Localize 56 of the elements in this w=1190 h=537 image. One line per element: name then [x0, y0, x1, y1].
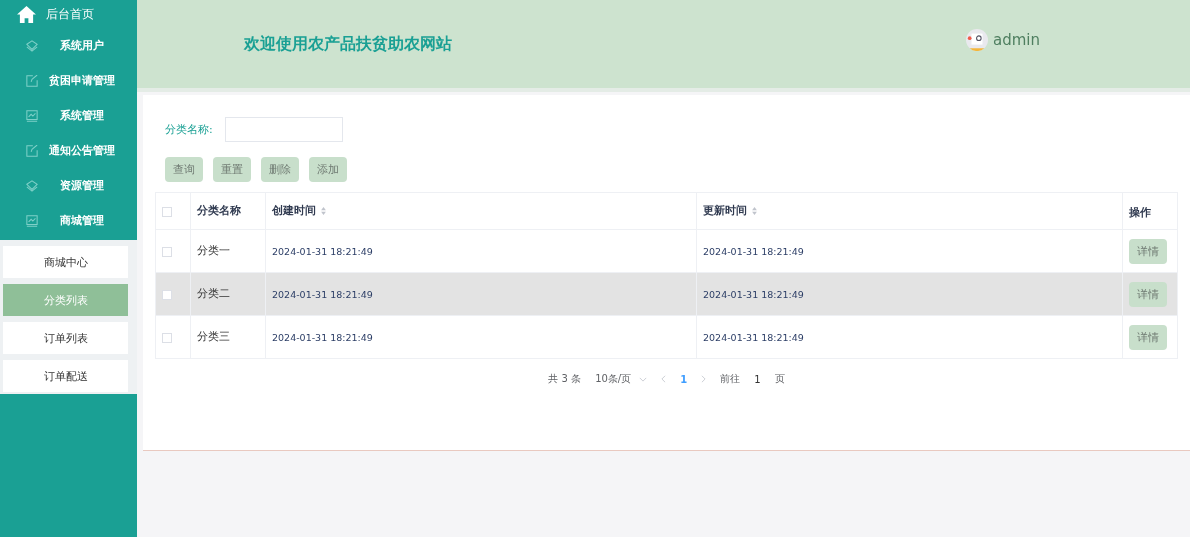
- sort-icon[interactable]: [321, 207, 326, 215]
- table-cell: 2024-01-31 18:21:49: [272, 246, 373, 257]
- table-cell: 2024-01-31 18:21:49: [703, 289, 804, 300]
- next-page-icon[interactable]: [701, 375, 707, 383]
- menu-item[interactable]: 贫困申请管理: [44, 73, 137, 88]
- menu-item[interactable]: 系统用户: [44, 38, 137, 53]
- detail-button[interactable]: 详情: [1129, 238, 1167, 264]
- action-button[interactable]: 删除: [261, 157, 299, 182]
- page-input[interactable]: 1: [754, 373, 761, 385]
- table-cell: 分类一: [197, 244, 230, 256]
- submenu-item[interactable]: 订单配送: [3, 360, 128, 392]
- table-cell: 分类三: [197, 330, 230, 342]
- avatar-icon[interactable]: [966, 29, 988, 51]
- chevron-down-icon: [639, 376, 648, 382]
- detail-button[interactable]: 详情: [1129, 324, 1167, 350]
- action-button[interactable]: 重置: [213, 157, 251, 182]
- menu-item[interactable]: 后台首页: [46, 5, 94, 23]
- table-cell: 2024-01-31 18:21:49: [272, 332, 373, 343]
- table-cell: 2024-01-31 18:21:49: [703, 246, 804, 257]
- checkbox[interactable]: [162, 333, 172, 343]
- column-header: 创建时间: [272, 204, 316, 216]
- detail-button[interactable]: 详情: [1129, 281, 1167, 307]
- submenu-item[interactable]: 分类列表: [3, 284, 128, 316]
- chart-icon: [26, 214, 38, 227]
- page-number[interactable]: 1: [680, 373, 688, 385]
- submenu-item[interactable]: 订单列表: [3, 322, 128, 354]
- edit-icon: [26, 144, 38, 157]
- checkbox[interactable]: [162, 207, 172, 217]
- chart-icon: [26, 109, 38, 122]
- input-field[interactable]: [224, 117, 343, 142]
- sort-icon[interactable]: [752, 207, 757, 215]
- page-suffix: 页: [774, 372, 785, 386]
- submenu-item[interactable]: 商城中心: [3, 246, 128, 278]
- action-button[interactable]: 查询: [165, 157, 203, 182]
- field-label: 分类名称:: [165, 122, 213, 137]
- previous-page-icon[interactable]: [661, 375, 667, 383]
- goto-label: 前往: [720, 372, 741, 386]
- menu-item[interactable]: 商城管理: [44, 213, 137, 228]
- column-header: 更新时间: [703, 204, 747, 216]
- table-cell: 2024-01-31 18:21:49: [272, 289, 373, 300]
- edit-icon: [26, 74, 38, 87]
- action-button[interactable]: 添加: [309, 157, 347, 182]
- table-cell: 分类二: [197, 287, 230, 299]
- menu-item[interactable]: 资源管理: [44, 178, 137, 193]
- total-count: 共 3 条: [548, 372, 582, 386]
- checkbox[interactable]: [162, 290, 172, 300]
- site-title: 欢迎使用农产品扶贫助农网站: [244, 33, 452, 55]
- home-icon: [17, 5, 36, 23]
- menu-item[interactable]: 通知公告管理: [44, 143, 137, 158]
- menu-item[interactable]: 系统管理: [44, 108, 137, 123]
- checkbox[interactable]: [162, 247, 172, 257]
- user-name[interactable]: admin: [993, 31, 1040, 49]
- page-size-select[interactable]: 10条/页: [595, 372, 648, 386]
- column-header: 分类名称: [197, 204, 241, 216]
- table-cell: 2024-01-31 18:21:49: [703, 332, 804, 343]
- column-header: 操作: [1129, 206, 1151, 218]
